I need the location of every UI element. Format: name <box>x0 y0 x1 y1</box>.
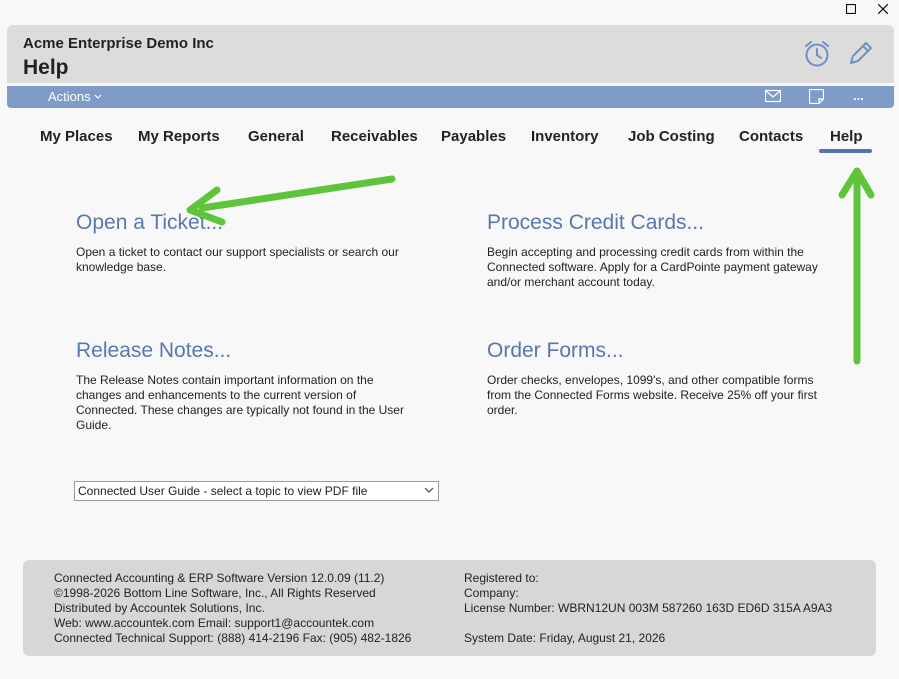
action-bar: Actions ... <box>7 86 894 108</box>
edit-button[interactable] <box>847 39 875 72</box>
footer-line: Connected Accounting & ERP Software Vers… <box>54 571 385 585</box>
user-guide-select-value: Connected User Guide - select a topic to… <box>78 484 368 498</box>
pencil-icon <box>850 42 872 64</box>
footer-line: Distributed by Accountek Solutions, Inc. <box>54 601 265 615</box>
order-forms-description: Order checks, envelopes, 1099's, and oth… <box>487 373 817 417</box>
email-icon <box>764 89 782 103</box>
company-name: Acme Enterprise Demo Inc <box>23 35 214 52</box>
tab-my-places[interactable]: My Places <box>40 128 113 145</box>
active-tab-indicator <box>819 149 872 153</box>
footer-line: System Date: Friday, August 21, 2026 <box>464 631 666 645</box>
page-title: Help <box>23 56 69 79</box>
release-notes-description: The Release Notes contain important info… <box>76 373 404 432</box>
close-button[interactable] <box>867 0 899 18</box>
tab-job-costing[interactable]: Job Costing <box>628 128 715 145</box>
tab-inventory[interactable]: Inventory <box>531 128 599 145</box>
alarm-clock-icon <box>805 41 829 67</box>
process-credit-cards-link[interactable]: Process Credit Cards... <box>487 211 704 235</box>
chevron-down-icon <box>424 487 434 493</box>
footer-line: ©1998-2026 Bottom Line Software, Inc., A… <box>54 586 376 600</box>
maximize-button[interactable] <box>835 0 867 18</box>
open-ticket-description: Open a ticket to contact our support spe… <box>76 245 399 274</box>
footer-line: License Number: WBRN12UN 003M 587260 163… <box>464 601 833 615</box>
tab-payables[interactable]: Payables <box>441 128 506 145</box>
actions-label: Actions <box>48 89 91 104</box>
process-credit-cards-description: Begin accepting and processing credit ca… <box>487 245 818 289</box>
more-button[interactable]: ... <box>853 88 864 103</box>
footer-line: Registered to: <box>464 571 539 585</box>
note-button[interactable] <box>808 88 825 109</box>
version-info-panel: Connected Accounting & ERP Software Vers… <box>23 560 876 656</box>
maximize-icon <box>846 4 856 14</box>
tab-my-reports[interactable]: My Reports <box>138 128 220 145</box>
footer-line: Connected Technical Support: (888) 414-2… <box>54 631 412 645</box>
footer-line <box>464 616 832 631</box>
tab-help[interactable]: Help <box>830 128 863 145</box>
arrow-to-help-tab <box>838 167 875 365</box>
actions-menu-button[interactable]: Actions <box>48 89 102 104</box>
chevron-down-icon <box>94 94 102 99</box>
open-ticket-link[interactable]: Open a Ticket... <box>76 211 223 235</box>
module-header: Acme Enterprise Demo Inc Help <box>7 25 894 83</box>
email-button[interactable] <box>764 89 782 108</box>
alarm-button[interactable] <box>802 39 832 74</box>
release-notes-link[interactable]: Release Notes... <box>76 339 231 363</box>
window-controls <box>835 0 899 18</box>
tab-receivables[interactable]: Receivables <box>331 128 418 145</box>
user-guide-select[interactable]: Connected User Guide - select a topic to… <box>74 481 439 501</box>
order-forms-link[interactable]: Order Forms... <box>487 339 624 363</box>
footer-line: Company: <box>464 586 519 600</box>
version-info: Connected Accounting & ERP Software Vers… <box>54 571 411 646</box>
registration-info: Registered to: Company: License Number: … <box>464 571 832 646</box>
close-icon <box>878 4 888 14</box>
tab-general[interactable]: General <box>248 128 304 145</box>
module-tabs: My Places My Reports General Receivables… <box>0 128 899 158</box>
footer-line: Web: www.accountek.com Email: support1@a… <box>54 616 375 630</box>
note-icon <box>808 88 825 105</box>
tab-contacts[interactable]: Contacts <box>739 128 803 145</box>
